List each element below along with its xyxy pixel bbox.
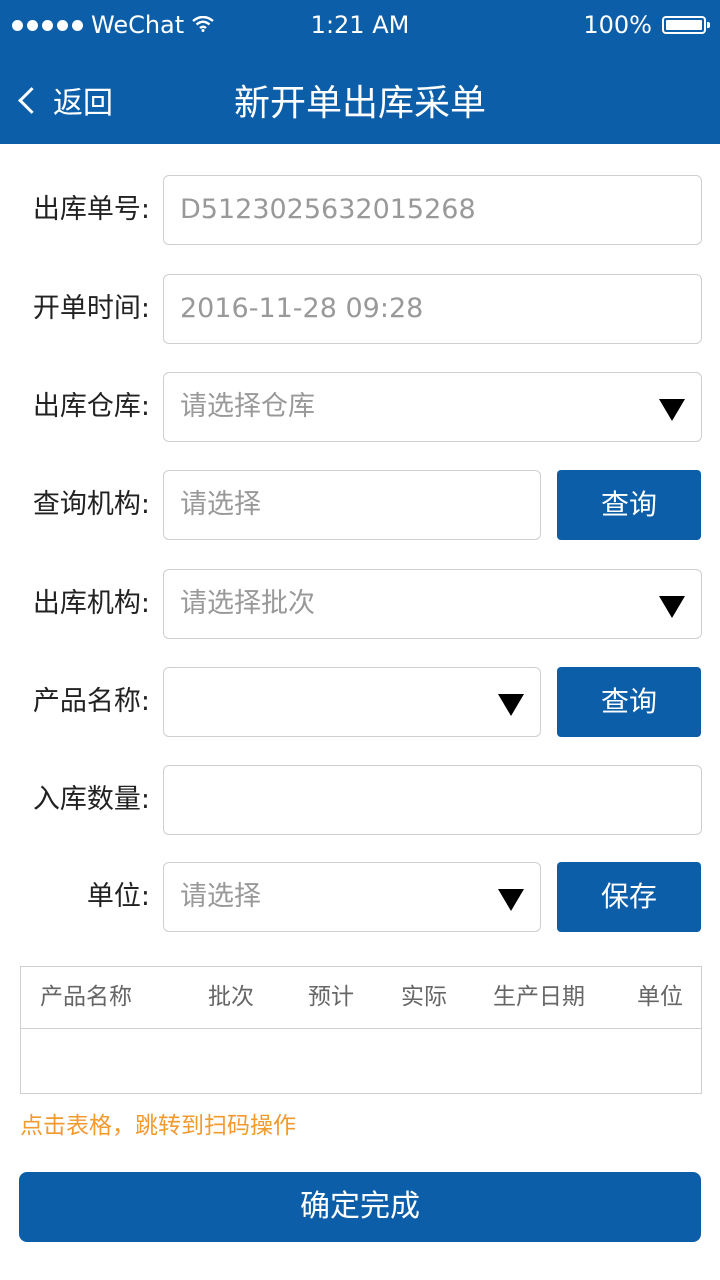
dropdown-arrow-icon	[498, 889, 524, 911]
row-warehouse: 出库仓库: 请选择仓库	[0, 372, 720, 442]
order-no-label: 出库单号:	[32, 194, 150, 225]
out-org-label: 出库机构:	[32, 588, 150, 619]
save-button[interactable]: 保存	[557, 862, 701, 932]
out-org-select[interactable]: 请选择批次	[163, 569, 702, 639]
nav-bar: 返回 新开单出库采单	[0, 52, 720, 144]
status-bar: WeChat 1:21 AM 100%	[0, 0, 720, 52]
col-unit: 单位	[637, 984, 683, 1010]
query-org-label: 查询机构:	[32, 489, 150, 520]
open-time-value: 2016-11-28 09:28	[180, 293, 424, 324]
col-expected: 预计	[308, 984, 354, 1010]
table-body[interactable]	[21, 1029, 701, 1093]
unit-label: 单位:	[86, 881, 150, 912]
query-org-button[interactable]: 查询	[557, 470, 701, 540]
product-table[interactable]: 产品名称 批次 预计 实际 生产日期 单位	[20, 966, 702, 1094]
table-header: 产品名称 批次 预计 实际 生产日期 单位	[21, 967, 701, 1029]
row-open-time: 开单时间: 2016-11-28 09:28	[0, 274, 720, 344]
order-no-value: D5123025632015268	[180, 194, 476, 225]
unit-select[interactable]: 请选择	[163, 862, 541, 932]
battery-icon	[662, 16, 710, 34]
query-org-field[interactable]: 请选择	[163, 470, 541, 540]
col-product-name: 产品名称	[40, 984, 132, 1010]
col-actual: 实际	[401, 984, 447, 1010]
status-right: 100%	[583, 11, 710, 39]
row-quantity: 入库数量:	[0, 765, 720, 835]
quantity-label: 入库数量:	[32, 784, 150, 815]
dropdown-arrow-icon	[659, 596, 685, 618]
query-org-placeholder: 请选择	[180, 489, 261, 520]
dropdown-arrow-icon	[659, 399, 685, 421]
product-name-select[interactable]	[163, 667, 541, 737]
col-batch: 批次	[208, 984, 254, 1010]
open-time-field[interactable]: 2016-11-28 09:28	[163, 274, 702, 344]
open-time-label: 开单时间:	[32, 293, 150, 324]
row-order-no: 出库单号: D5123025632015268	[0, 175, 720, 245]
warehouse-placeholder: 请选择仓库	[180, 391, 315, 422]
warehouse-select[interactable]: 请选择仓库	[163, 372, 702, 442]
product-query-button[interactable]: 查询	[557, 667, 701, 737]
product-name-label: 产品名称:	[32, 686, 150, 717]
quantity-input[interactable]	[163, 765, 702, 835]
row-product-name: 产品名称: 查询	[0, 667, 720, 737]
col-production-date: 生产日期	[493, 984, 585, 1010]
confirm-button[interactable]: 确定完成	[19, 1172, 701, 1242]
unit-placeholder: 请选择	[180, 881, 261, 912]
row-out-org: 出库机构: 请选择批次	[0, 569, 720, 639]
scan-hint: 点击表格，跳转到扫码操作	[20, 1113, 296, 1139]
page-title: 新开单出库采单	[233, 83, 486, 124]
dropdown-arrow-icon	[498, 694, 524, 716]
out-org-placeholder: 请选择批次	[180, 588, 315, 619]
warehouse-label: 出库仓库:	[32, 391, 150, 422]
row-query-org: 查询机构: 请选择 查询	[0, 470, 720, 540]
order-no-field[interactable]: D5123025632015268	[163, 175, 702, 245]
row-unit: 单位: 请选择 保存	[0, 862, 720, 932]
battery-percent: 100%	[583, 11, 652, 39]
